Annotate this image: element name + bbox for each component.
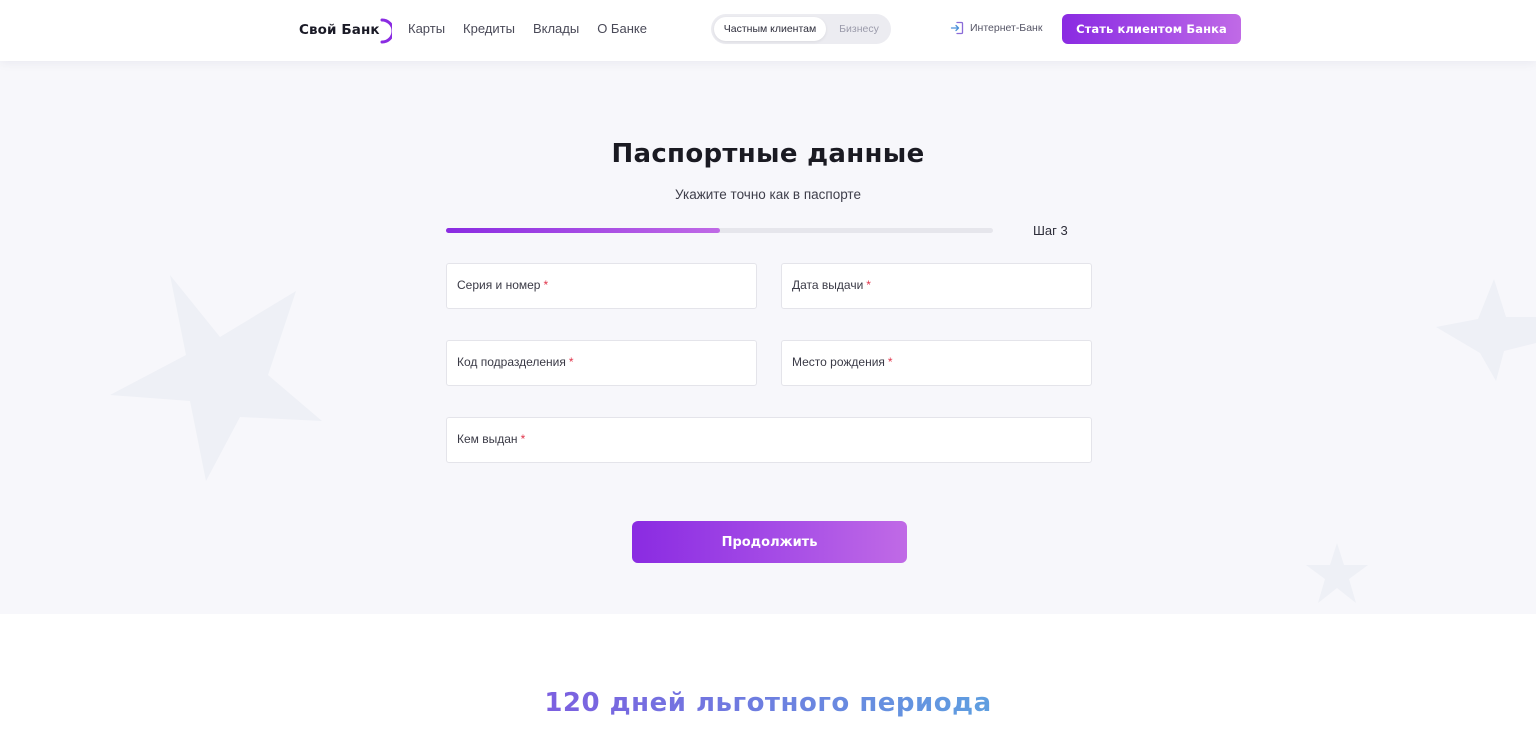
step-indicator: Шаг 3 <box>1033 223 1068 238</box>
series-number-field[interactable]: Серия и номер * <box>446 263 757 309</box>
field-label: Кем выдан * <box>457 432 526 446</box>
division-code-field[interactable]: Код подразделения * <box>446 340 757 386</box>
required-mark: * <box>543 278 549 292</box>
field-label: Серия и номер * <box>457 278 549 292</box>
star-decoration-icon <box>110 275 322 481</box>
nav-item-cards[interactable]: Карты <box>408 21 445 36</box>
field-label: Код подразделения * <box>457 355 574 369</box>
logo-arc-icon <box>380 18 392 44</box>
nav-item-credits[interactable]: Кредиты <box>463 21 515 36</box>
required-mark: * <box>520 432 526 446</box>
progress-bar-fill <box>446 228 720 233</box>
grace-period-heading: 120 дней льготного периода <box>544 688 992 718</box>
segment-private-clients[interactable]: Частным клиентам <box>714 17 826 41</box>
bank-logo[interactable]: Свой Банк <box>299 17 392 44</box>
internet-bank-link[interactable]: Интернет-Банк <box>950 21 1042 35</box>
passport-form-section: Паспортные данные Укажите точно как в па… <box>0 61 1536 614</box>
required-mark: * <box>887 355 893 369</box>
birth-place-field[interactable]: Место рождения * <box>781 340 1092 386</box>
main-nav: Карты Кредиты Вклады О Банке <box>408 21 647 36</box>
internet-bank-label: Интернет-Банк <box>970 22 1043 34</box>
nav-item-deposits[interactable]: Вклады <box>533 21 579 36</box>
page-title: Паспортные данные <box>611 139 925 169</box>
progress-bar <box>446 228 993 233</box>
issue-date-field[interactable]: Дата выдачи * <box>781 263 1092 309</box>
required-mark: * <box>866 278 871 292</box>
continue-button[interactable]: Продолжить <box>632 521 907 563</box>
required-mark: * <box>568 355 574 369</box>
star-decoration-icon <box>1436 279 1536 381</box>
site-header: Свой Банк Карты Кредиты Вклады О Банке Ч… <box>0 0 1536 61</box>
issued-by-field[interactable]: Кем выдан * <box>446 417 1092 463</box>
logo-text: Свой Банк <box>299 22 380 38</box>
nav-item-about[interactable]: О Банке <box>597 21 647 36</box>
login-icon <box>950 21 964 35</box>
client-type-toggle: Частным клиентам Бизнесу <box>711 14 891 44</box>
star-decoration-icon <box>1306 543 1368 603</box>
field-label: Дата выдачи * <box>792 278 871 292</box>
page-subtitle: Укажите точно как в паспорте <box>675 187 861 202</box>
become-client-button[interactable]: Стать клиентом Банка <box>1062 14 1241 44</box>
segment-business[interactable]: Бизнесу <box>833 17 885 41</box>
field-label: Место рождения * <box>792 355 893 369</box>
